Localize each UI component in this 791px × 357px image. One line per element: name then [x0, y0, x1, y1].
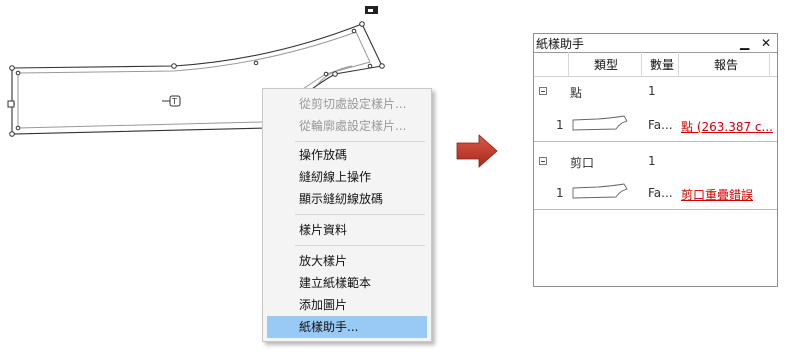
- row-index: 1: [556, 186, 564, 200]
- report-link[interactable]: 剪口重疊錯誤: [681, 186, 753, 203]
- menu-item-set-piece-from-cut[interactable]: 從剪切處設定樣片...: [267, 93, 427, 115]
- menu-item-seam-line-operation[interactable]: 縫紉線上操作: [267, 166, 427, 188]
- menu-separator: [295, 245, 425, 246]
- menu-item-create-template[interactable]: 建立紙樣範本: [267, 272, 427, 294]
- group-type: 點: [570, 86, 583, 100]
- column-header-count[interactable]: 數量: [650, 56, 674, 74]
- svg-text:T: T: [171, 97, 177, 106]
- menu-item-enlarge-piece[interactable]: 放大樣片: [267, 250, 427, 272]
- menu-separator: [295, 141, 425, 142]
- piece-label-marker[interactable]: T: [162, 95, 181, 107]
- header-divider: [534, 76, 777, 77]
- row-name: Fa...: [648, 118, 673, 132]
- group-type: 剪口: [570, 156, 595, 170]
- group-count: 1: [648, 84, 656, 98]
- column-divider: [568, 52, 569, 76]
- marker-box-icon: [365, 6, 378, 14]
- menu-item-piece-info[interactable]: 樣片資料: [267, 219, 427, 241]
- panel-title: 紙樣助手: [536, 37, 585, 51]
- expander-minus-icon[interactable]: [539, 157, 547, 165]
- panel-title-bar: 紙樣助手 ▁ ✕: [534, 34, 777, 53]
- pin-icon[interactable]: ▁: [740, 34, 749, 52]
- menu-item-grade-operation[interactable]: 操作放碼: [267, 144, 427, 166]
- context-menu: 從剪切處設定樣片... 從輪廓處設定樣片... 操作放碼 縫紉線上操作 顯示縫紉…: [262, 88, 432, 342]
- column-divider: [769, 52, 770, 76]
- menu-separator: [295, 214, 425, 215]
- menu-item-show-seam-grading[interactable]: 顯示縫紉線放碼: [267, 188, 427, 210]
- column-divider: [678, 52, 679, 76]
- pattern-assistant-panel: 紙樣助手 ▁ ✕ 類型 數量 報告 點 1 1 Fa... 點 (263.387…: [533, 33, 778, 287]
- column-header-type[interactable]: 類型: [594, 56, 618, 74]
- group-separator: [534, 141, 777, 142]
- pattern-thumbnail-icon: [572, 115, 628, 131]
- menu-item-set-piece-from-outline[interactable]: 從輪廓處設定樣片...: [267, 115, 427, 137]
- menu-item-pattern-assistant[interactable]: 紙樣助手...: [267, 316, 427, 338]
- row-index: 1: [556, 118, 564, 132]
- report-link[interactable]: 點 (263.387 c...: [681, 118, 773, 135]
- row-name: Fa...: [648, 186, 673, 200]
- group-count: 1: [648, 154, 656, 168]
- close-icon[interactable]: ✕: [761, 34, 771, 52]
- column-header-report[interactable]: 報告: [714, 56, 738, 74]
- column-divider: [641, 52, 642, 76]
- group-separator: [534, 209, 777, 210]
- pattern-thumbnail-icon: [572, 183, 628, 199]
- menu-item-add-image[interactable]: 添加圖片: [267, 294, 427, 316]
- right-arrow-icon: [456, 134, 498, 168]
- expander-minus-icon[interactable]: [539, 87, 547, 95]
